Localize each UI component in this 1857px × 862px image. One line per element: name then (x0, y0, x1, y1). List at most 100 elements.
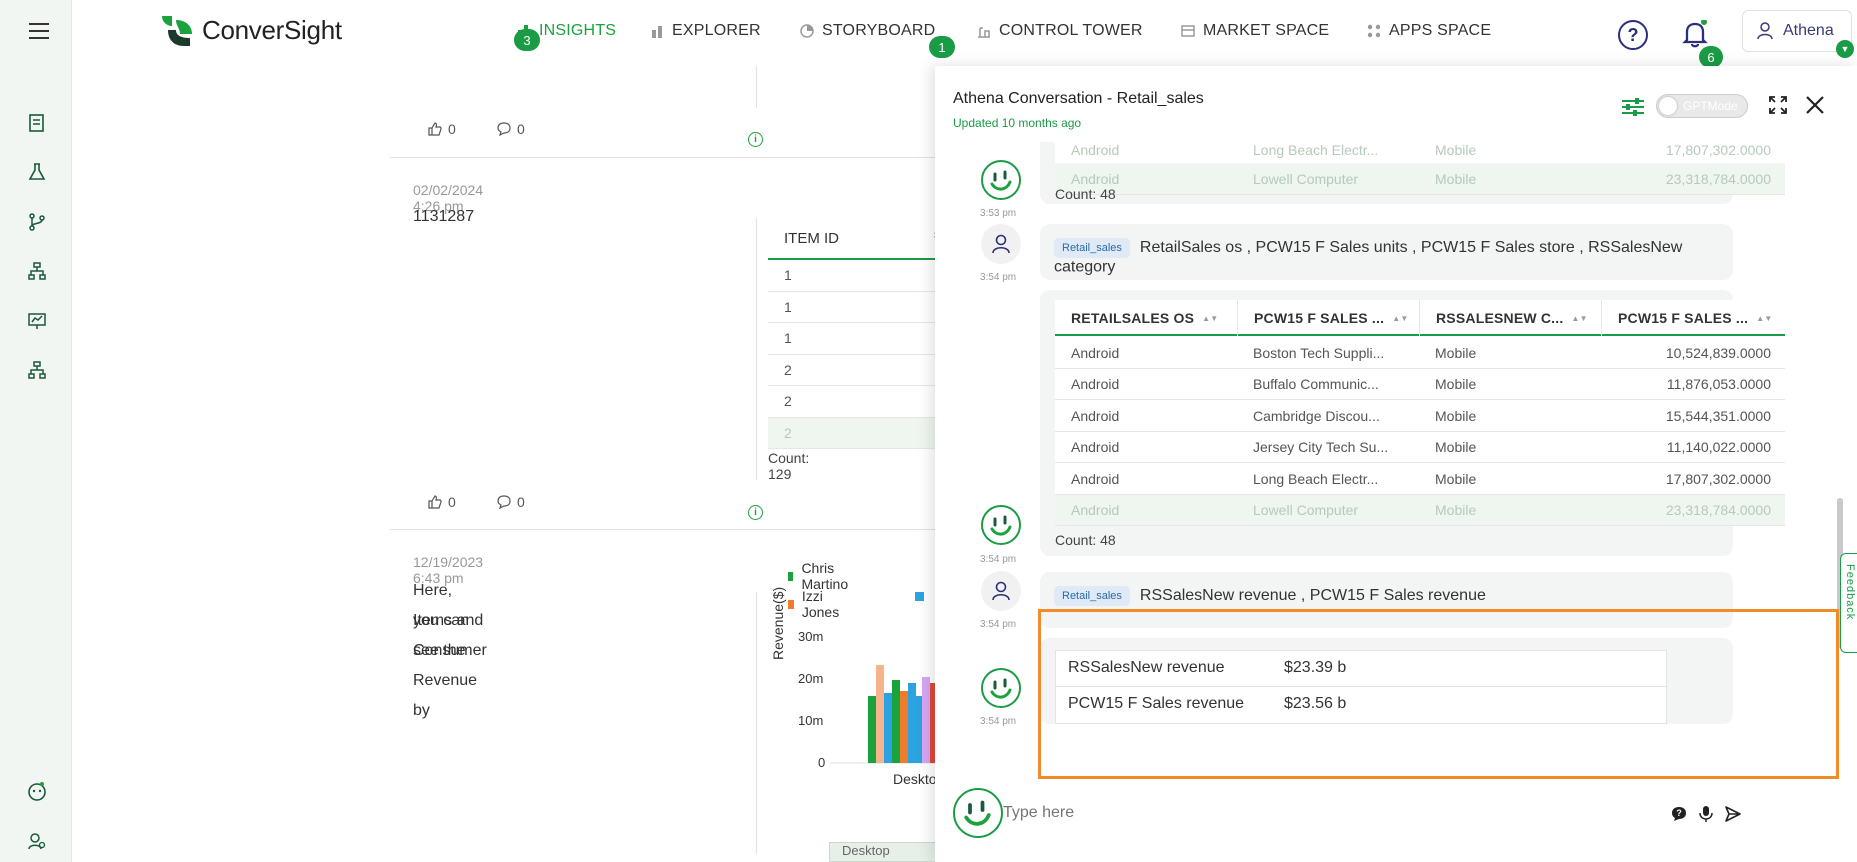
chart-bar[interactable] (868, 696, 876, 763)
post-3-text-line2: Items and Consumer (413, 612, 487, 659)
sort-icon[interactable]: ▲▼ (1392, 314, 1408, 322)
microphone-icon[interactable] (1699, 805, 1713, 826)
send-icon[interactable] (1725, 806, 1741, 825)
lab-flask-icon[interactable] (26, 161, 48, 183)
y-tick: 0 (818, 755, 826, 770)
chart-range-scroller[interactable]: Desktop (829, 842, 939, 862)
filter-sliders-icon[interactable] (1621, 97, 1645, 120)
notifications-badge: 6 (1699, 46, 1723, 68)
post-1-separator (756, 66, 757, 108)
item-id-cell: 2 (784, 361, 792, 378)
column-header-label: PCW15 F SALES ... (1254, 310, 1385, 326)
cell-category: Mobile (1435, 142, 1477, 158)
presentation-chart-icon[interactable] (26, 310, 48, 332)
result-table: RETAILSALES OS ▲▼ PCW15 F SALES ... ▲▼ RSS… (1055, 300, 1785, 526)
legend-swatch (788, 571, 794, 581)
info-icon[interactable]: i (748, 132, 763, 147)
dataset-tag[interactable]: Retail_sales (1054, 238, 1130, 258)
nav-storyboard-label: STORYBOARD (822, 22, 936, 39)
cell-units: 23,318,784.0000 (1665, 170, 1771, 187)
help-icon[interactable]: ? (1618, 20, 1648, 50)
sort-icon[interactable]: ▲▼ (1756, 314, 1772, 322)
branch-icon[interactable] (26, 211, 48, 233)
sort-icon[interactable]: ▲▼ (1202, 314, 1218, 322)
dataset-tag[interactable]: Retail_sales (1054, 586, 1130, 606)
close-icon[interactable] (1805, 95, 1825, 118)
conversight-logo[interactable]: ConverSight (158, 12, 342, 48)
athena-avatar-icon (981, 160, 1021, 200)
help-chat-icon[interactable]: ? (1671, 806, 1687, 825)
cell-units: 10,524,839.0000 (1665, 344, 1771, 361)
expand-icon[interactable] (1769, 96, 1787, 117)
kv-row: PCW15 F Sales revenue $23.56 b (1056, 687, 1666, 723)
legend-swatch (788, 599, 794, 609)
post-2-likes[interactable]: 0 (428, 494, 456, 510)
assistant-bot-icon[interactable] (26, 780, 48, 802)
info-icon[interactable]: i (748, 505, 763, 520)
chart-bar[interactable] (884, 693, 892, 763)
chart-bar[interactable] (908, 683, 916, 763)
cell-category: Mobile (1435, 376, 1477, 393)
sort-icon[interactable]: ▲▼ (1571, 314, 1587, 322)
chart-bar[interactable] (876, 665, 884, 763)
table-row: Android Boston Tech Suppli... Mobile 10,… (1055, 337, 1785, 369)
nav-apps-space-label: APPS SPACE (1389, 22, 1492, 39)
nav-control-tower[interactable]: CONTROL TOWER (977, 22, 1143, 40)
table-row: Android Long Beach Electr... Mobile 17,8… (1055, 142, 1785, 166)
legend-izzi-jones[interactable]: Izzi Jones (788, 588, 842, 620)
athena-conversation-panel: Athena Conversation - Retail_sales Updat… (935, 66, 1857, 862)
nav-explorer-label: EXPLORER (672, 22, 761, 39)
chart-bar[interactable] (900, 691, 908, 763)
previous-count: Count: 48 (1055, 186, 1116, 202)
panel-title: Athena Conversation - Retail_sales (953, 90, 1204, 107)
nav-market-space[interactable]: MARKET SPACE (1181, 22, 1329, 40)
column-header[interactable]: RSSALESNEW C... ▲▼ (1419, 300, 1599, 336)
chart-bar[interactable] (922, 677, 930, 763)
cell-category: Mobile (1435, 344, 1477, 361)
table-row: 2 (768, 386, 948, 418)
cell-units: 17,807,302.0000 (1665, 142, 1771, 158)
hamburger-menu-icon[interactable] (28, 20, 50, 42)
reports-icon[interactable] (26, 112, 48, 134)
cell-os: Android (1071, 376, 1120, 393)
chat-input[interactable] (1003, 794, 1783, 832)
revenue-bar-chart (830, 665, 940, 764)
left-rail (0, 0, 72, 862)
nav-insights-label: INSIGHTS (539, 22, 617, 39)
column-header-label: RETAILSALES OS (1071, 310, 1195, 326)
column-header[interactable]: PCW15 F SALES ... ▲▼ (1601, 300, 1785, 336)
nav-explorer[interactable]: EXPLORER (652, 22, 761, 40)
table-row: 2 (768, 355, 948, 386)
table-row: Android Buffalo Communic... Mobile 11,87… (1055, 368, 1785, 400)
cell-units: 23,318,784.0000 (1665, 502, 1771, 519)
chart-bar[interactable] (892, 680, 900, 763)
control-tower-icon (978, 27, 990, 38)
comments-count: 0 (517, 494, 525, 510)
user-search-icon[interactable] (26, 830, 48, 852)
feedback-tab[interactable]: Feedback (1840, 553, 1857, 653)
nav-apps-space[interactable]: APPS SPACE (1367, 22, 1491, 40)
post-3-separator (756, 592, 757, 854)
cell-category: Mobile (1435, 170, 1477, 187)
query-text: RetailSales os , PCW15 F Sales units , P… (1054, 239, 1683, 276)
likes-count: 0 (448, 494, 456, 510)
legend-swatch-partial (915, 592, 924, 601)
column-header[interactable]: PCW15 F SALES ... ▲▼ (1237, 300, 1417, 336)
conversation-thread: Android Long Beach Electr... Mobile 17,8… (935, 142, 1835, 830)
gpt-mode-toggle[interactable]: GPTMode (1656, 94, 1748, 118)
market-space-icon (1181, 25, 1195, 37)
top-navigation: ConverSight INSIGHTS 3 EXPLORER STORYBOA… (72, 0, 1857, 68)
post-1-likes[interactable]: 0 (428, 121, 456, 137)
org-chart-icon[interactable] (26, 359, 48, 381)
hierarchy-icon[interactable] (26, 260, 48, 282)
table-row: 1 (768, 323, 948, 355)
post-2-comments[interactable]: 0 (497, 494, 525, 510)
message-time: 3:54 pm (980, 619, 1017, 630)
column-header[interactable]: RETAILSALES OS ▲▼ (1055, 300, 1235, 336)
user-dropdown-icon[interactable]: ▼ (1836, 40, 1854, 58)
post-1-comments[interactable]: 0 (497, 121, 525, 137)
table-header-item-id[interactable]: ITEM ID (768, 218, 948, 260)
nav-storyboard[interactable]: STORYBOARD (800, 22, 935, 40)
cell-store: Jersey City Tech Su... (1253, 439, 1389, 456)
user-avatar-icon (981, 571, 1021, 611)
